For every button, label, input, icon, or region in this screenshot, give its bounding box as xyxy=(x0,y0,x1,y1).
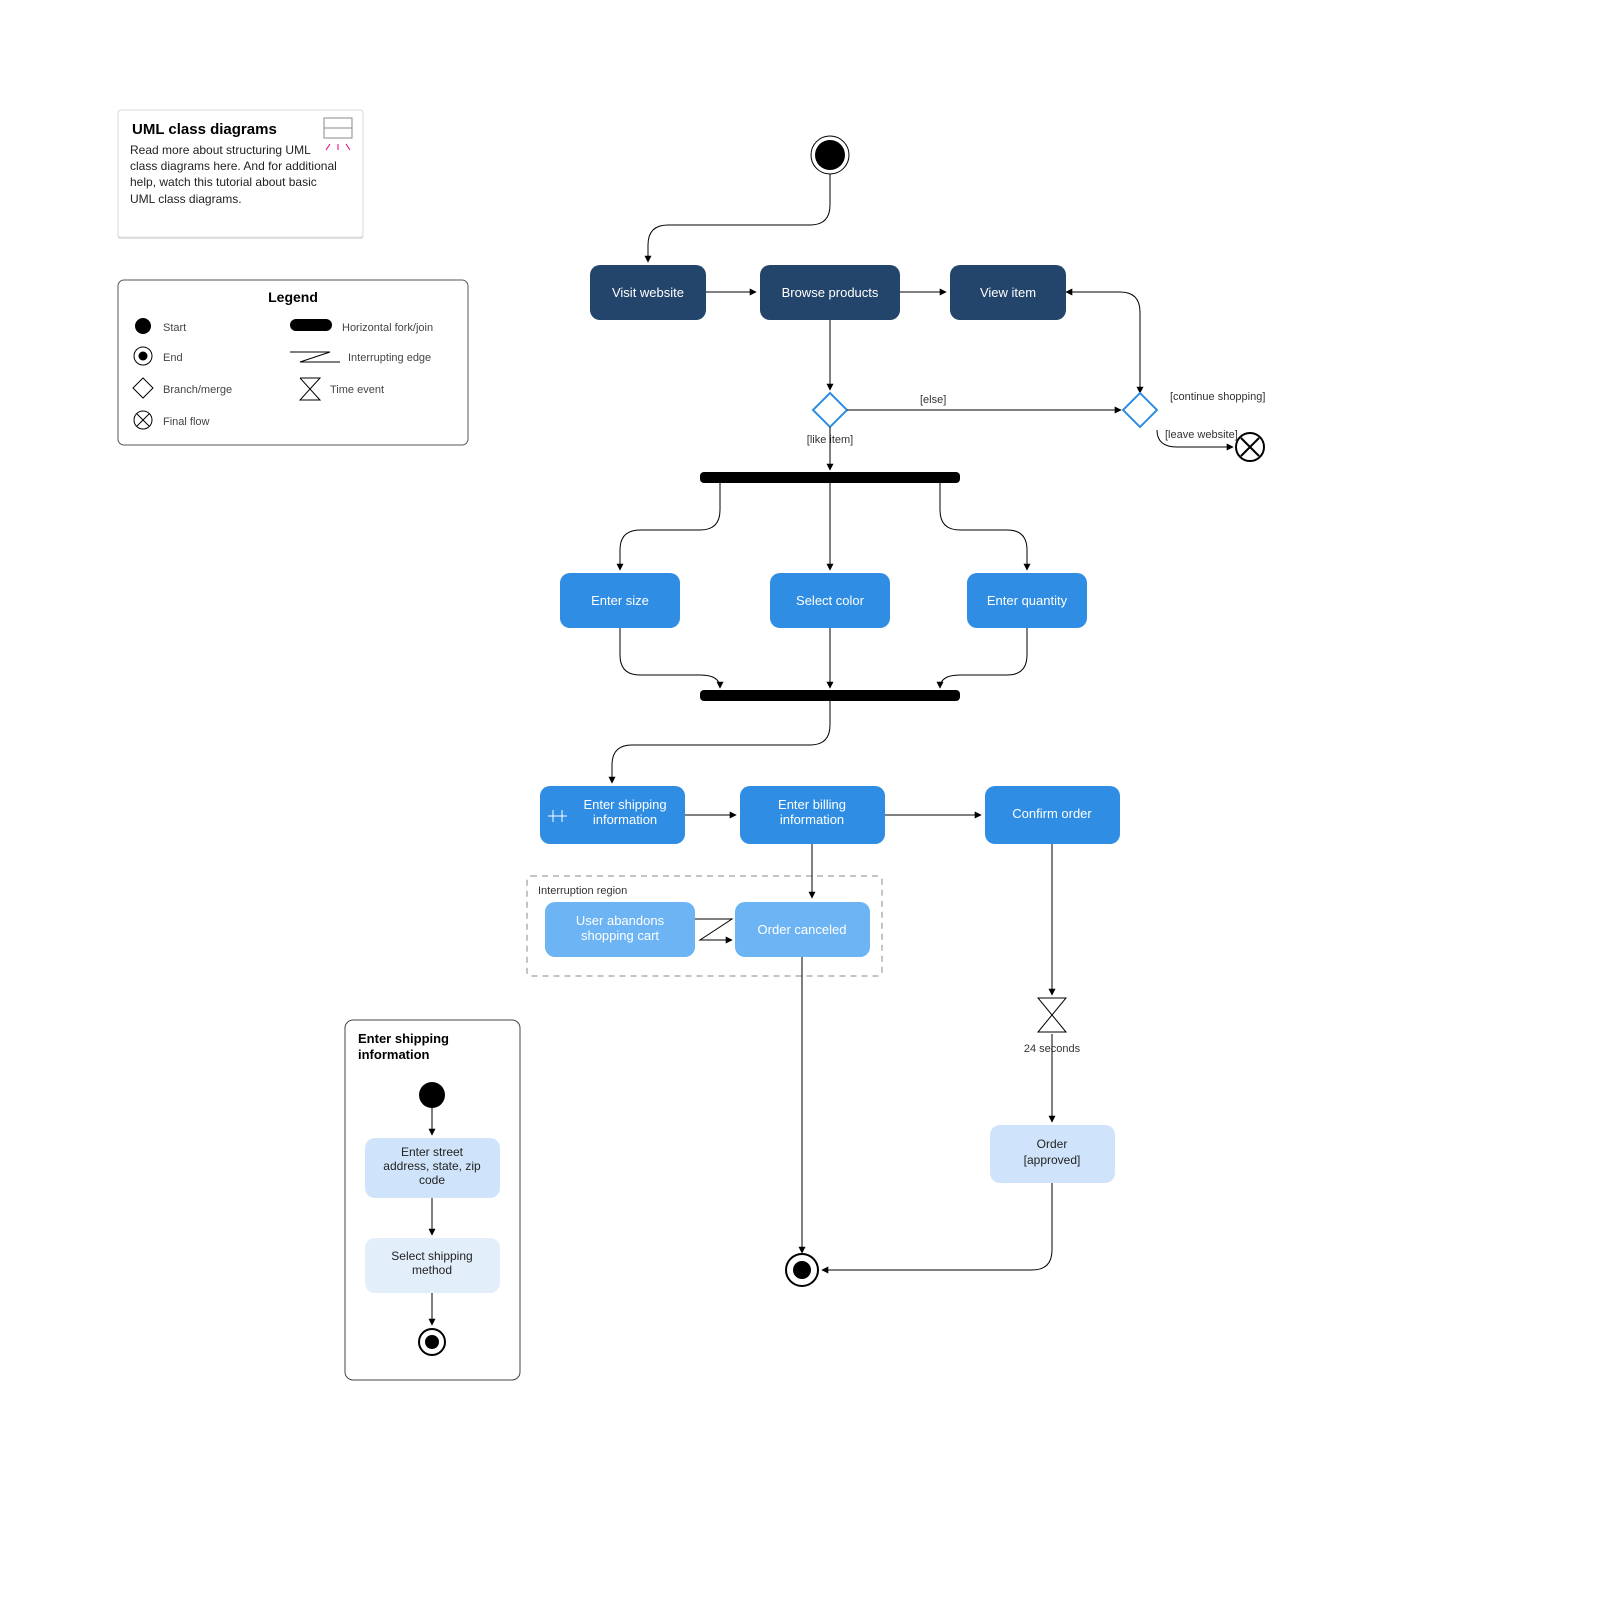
svg-text:Order canceled: Order canceled xyxy=(758,922,847,937)
svg-text:Visit website: Visit website xyxy=(612,285,684,300)
fork-bar xyxy=(700,472,960,483)
svg-text:Enter size: Enter size xyxy=(591,593,649,608)
legend-branch: Branch/merge xyxy=(163,384,232,396)
svg-text:Select shipping: Select shipping xyxy=(391,1249,472,1263)
time-event-node xyxy=(1038,998,1066,1032)
select-color-node: Select color xyxy=(770,573,890,628)
callout-title: UML class diagrams xyxy=(132,121,277,138)
svg-text:Confirm order: Confirm order xyxy=(1012,806,1092,821)
enter-size-node: Enter size xyxy=(560,573,680,628)
interruption-region-label: Interruption region xyxy=(538,885,627,897)
sub-start-node xyxy=(419,1082,445,1108)
svg-text:View item: View item xyxy=(980,285,1036,300)
svg-text:address, state, zip: address, state, zip xyxy=(383,1159,481,1173)
svg-text:information: information xyxy=(593,812,657,827)
legend-end: End xyxy=(163,352,183,364)
join-bar xyxy=(700,690,960,701)
enter-quantity-node: Enter quantity xyxy=(967,573,1087,628)
order-canceled-node: Order canceled xyxy=(735,902,870,957)
visit-website-node: Visit website xyxy=(590,265,706,320)
svg-text:Enter billing: Enter billing xyxy=(778,797,846,812)
legend-box: Legend Start Horizontal fork/join End In… xyxy=(118,280,468,445)
svg-text:method: method xyxy=(412,1263,452,1277)
confirm-order-node: Confirm order xyxy=(985,786,1120,844)
svg-text:Enter shipping: Enter shipping xyxy=(583,797,666,812)
svg-text:information: information xyxy=(780,812,844,827)
interrupting-edge xyxy=(695,919,732,940)
guard-continue: [continue shopping] xyxy=(1170,391,1265,403)
legend-iedge: Interrupting edge xyxy=(348,352,431,364)
svg-text:Enter quantity: Enter quantity xyxy=(987,593,1068,608)
svg-text:information: information xyxy=(358,1047,430,1062)
legend-final: Final flow xyxy=(163,416,210,428)
svg-text:code: code xyxy=(419,1173,445,1187)
start-icon xyxy=(135,318,151,334)
info-callout: UML class diagrams Read more about struc… xyxy=(118,110,363,239)
svg-text:Browse products: Browse products xyxy=(782,285,879,300)
svg-text:Enter shipping: Enter shipping xyxy=(358,1031,449,1046)
legend-hfork: Horizontal fork/join xyxy=(342,322,433,334)
callout-body: Read more about structuring UML class di… xyxy=(130,142,340,207)
svg-text:Enter street: Enter street xyxy=(401,1145,464,1159)
decision-like-item xyxy=(813,393,847,427)
decision-continue xyxy=(1123,393,1157,427)
start-node xyxy=(811,136,849,174)
svg-text:shopping cart: shopping cart xyxy=(581,928,659,943)
svg-text:Select color: Select color xyxy=(796,593,865,608)
browse-products-node: Browse products xyxy=(760,265,900,320)
guard-else: [else] xyxy=(920,394,946,406)
guard-leave: [leave website] xyxy=(1165,429,1238,441)
svg-text:Order: Order xyxy=(1037,1137,1068,1151)
legend-title: Legend xyxy=(268,289,318,305)
svg-text:[approved]: [approved] xyxy=(1024,1153,1081,1167)
end-node xyxy=(786,1254,818,1286)
legend-timee: Time event xyxy=(330,384,384,396)
hfork-icon xyxy=(290,319,332,331)
svg-text:User abandons: User abandons xyxy=(576,913,665,928)
view-item-node: View item xyxy=(950,265,1066,320)
final-flow-node xyxy=(1236,433,1264,461)
legend-start: Start xyxy=(163,322,186,334)
